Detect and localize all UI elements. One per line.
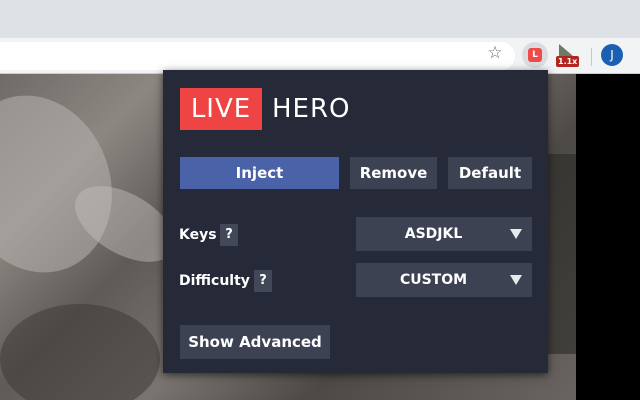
keys-select-value: ASDJKL	[404, 226, 463, 242]
logo-live: LIVE	[180, 88, 262, 130]
live-hero-extension-button[interactable]: L	[522, 42, 548, 68]
speed-extension-button[interactable]: 1.1x	[556, 44, 580, 70]
address-bar[interactable]	[0, 42, 515, 70]
show-advanced-button[interactable]: Show Advanced	[180, 325, 330, 359]
video-letterbox	[576, 74, 640, 400]
difficulty-help-icon[interactable]: ?	[254, 270, 272, 292]
inject-button[interactable]: Inject	[180, 157, 339, 189]
keys-select[interactable]: ASDJKL	[356, 217, 532, 251]
toolbar-divider	[591, 48, 592, 66]
difficulty-select-value: CUSTOM	[399, 272, 468, 288]
logo-hero: HERO	[272, 94, 351, 124]
dropdown-arrow-icon	[510, 275, 522, 285]
speed-extension-icon	[559, 44, 573, 56]
difficulty-select[interactable]: CUSTOM	[356, 263, 532, 297]
live-hero-extension-icon: L	[528, 48, 542, 62]
speed-badge: 1.1x	[556, 56, 580, 67]
keys-help-icon[interactable]: ?	[220, 224, 238, 246]
keys-label: Keys	[179, 227, 217, 243]
remove-button[interactable]: Remove	[350, 157, 437, 189]
tab-strip	[0, 0, 640, 38]
star-icon[interactable]: ☆	[484, 42, 506, 64]
default-button[interactable]: Default	[448, 157, 532, 189]
profile-avatar[interactable]: J	[601, 44, 623, 66]
extension-popup: LIVE HERO Inject Remove Default Keys ? A…	[163, 70, 548, 373]
browser-toolbar: ☆ L 1.1x J	[0, 38, 640, 74]
difficulty-label: Difficulty	[179, 273, 250, 289]
dropdown-arrow-icon	[510, 229, 522, 239]
